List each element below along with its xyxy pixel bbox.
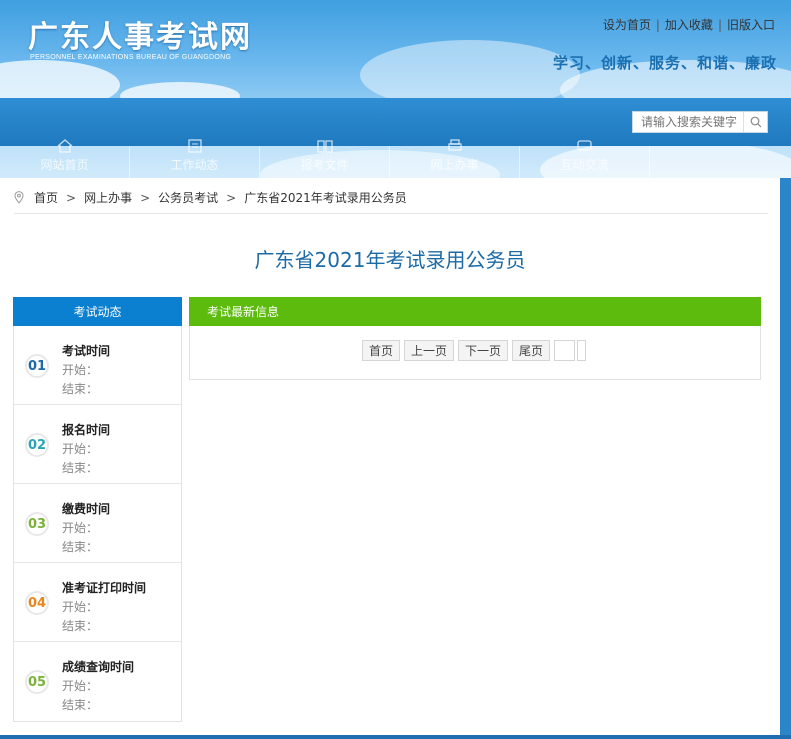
step-end: 结束： <box>62 461 99 475</box>
step-start: 开始： <box>62 363 99 377</box>
step-number-badge: 03 <box>25 512 49 536</box>
page-go-button[interactable] <box>577 340 587 361</box>
exam-schedule-sidebar: 考试动态 01 考试时间 开始： 结束： 02 报名时间 开始： 结束： 03 … <box>13 297 182 722</box>
nav-item-home[interactable]: 网站首页 <box>0 139 130 178</box>
breadcrumb: 首页 > 网上办事 > 公务员考试 > 广东省2021年考试录用公务员 <box>14 190 768 214</box>
schedule-item-score-query: 05 成绩查询时间 开始： 结束： <box>14 642 181 721</box>
main-nav: 网站首页 工作动态 报考文件 网上办事 互动交流 <box>0 139 791 178</box>
search-icon <box>750 116 761 128</box>
breadcrumb-online-service[interactable]: 网上办事 <box>84 189 132 206</box>
prev-page-button[interactable]: 上一页 <box>404 340 455 361</box>
search-box <box>632 111 768 133</box>
step-number-badge: 02 <box>25 433 49 457</box>
nav-item-files[interactable]: 报考文件 <box>260 140 390 178</box>
schedule-item-admission-ticket: 04 准考证打印时间 开始： 结束： <box>14 563 181 642</box>
print-icon <box>447 139 462 151</box>
search-input[interactable] <box>633 112 743 132</box>
step-title: 成绩查询时间 <box>62 660 135 674</box>
latest-info-panel: 考试最新信息 首页 上一页 下一页 尾页 <box>189 297 761 380</box>
location-pin-icon <box>14 191 24 204</box>
old-version-link[interactable]: 旧版入口 <box>727 18 775 32</box>
step-end: 结束： <box>62 540 99 554</box>
step-end: 结束： <box>62 382 99 396</box>
nav-label: 报考文件 <box>300 158 349 172</box>
footer-strip <box>0 735 791 739</box>
step-title: 报名时间 <box>62 423 111 437</box>
set-homepage-link[interactable]: 设为首页 <box>603 18 651 32</box>
page-title: 广东省2021年考试录用公务员 <box>254 248 526 272</box>
step-title: 考试时间 <box>62 344 111 358</box>
first-page-button[interactable]: 首页 <box>362 340 401 361</box>
step-start: 开始： <box>62 521 99 535</box>
schedule-item-exam: 01 考试时间 开始： 结束： <box>14 326 181 405</box>
panel-title: 考试最新信息 <box>189 297 761 326</box>
site-slogan: 学习、创新、服务、和谐、廉政 <box>552 54 777 72</box>
breadcrumb-home[interactable]: 首页 <box>34 189 58 206</box>
link-divider: | <box>655 18 660 32</box>
step-number-badge: 05 <box>25 670 49 694</box>
schedule-item-payment: 03 缴费时间 开始： 结束： <box>14 484 181 563</box>
step-number-badge: 01 <box>25 354 49 378</box>
breadcrumb-separator: > <box>66 190 77 205</box>
step-title: 准考证打印时间 <box>62 581 147 595</box>
breadcrumb-current[interactable]: 广东省2021年考试录用公务员 <box>244 189 407 206</box>
nav-item-online-service[interactable]: 网上办事 <box>390 139 520 178</box>
home-icon <box>57 139 72 153</box>
last-page-button[interactable]: 尾页 <box>512 340 551 361</box>
step-end: 结束： <box>62 698 99 712</box>
step-start: 开始： <box>62 442 99 456</box>
step-end: 结束： <box>62 619 99 633</box>
step-title: 缴费时间 <box>62 502 111 516</box>
add-favorite-link[interactable]: 加入收藏 <box>665 18 713 32</box>
content-area: 首页 > 网上办事 > 公务员考试 > 广东省2021年考试录用公务员 广东省2… <box>0 178 780 739</box>
nav-label: 工作动态 <box>170 158 219 172</box>
step-start: 开始： <box>62 600 99 614</box>
breadcrumb-separator: > <box>140 190 151 205</box>
step-start: 开始： <box>62 679 99 693</box>
pagination: 首页 上一页 下一页 尾页 <box>362 340 587 361</box>
book-icon <box>316 140 333 153</box>
schedule-item-registration: 02 报名时间 开始： 结束： <box>14 405 181 484</box>
nav-item-interaction[interactable]: 互动交流 <box>520 140 650 178</box>
next-page-button[interactable]: 下一页 <box>458 340 509 361</box>
site-logo-subtitle: PERSONNEL EXAMINATIONS BUREAU OF GUANGDO… <box>30 54 232 61</box>
nav-label: 互动交流 <box>560 158 609 172</box>
nav-label: 网站首页 <box>40 158 89 172</box>
step-number-badge: 04 <box>25 591 49 615</box>
site-logo-title[interactable]: 广东人事考试网 <box>28 12 252 56</box>
news-icon <box>187 139 202 153</box>
breadcrumb-civil-exam[interactable]: 公务员考试 <box>158 189 218 206</box>
link-divider: | <box>717 18 722 32</box>
nav-item-news[interactable]: 工作动态 <box>130 139 260 178</box>
search-button[interactable] <box>743 112 767 132</box>
nav-label: 网上办事 <box>430 158 479 172</box>
sidebar-title: 考试动态 <box>13 297 182 326</box>
chat-icon <box>576 140 592 151</box>
page-number-input[interactable] <box>554 340 576 361</box>
top-links: 设为首页 | 加入收藏 | 旧版入口 <box>603 16 775 33</box>
breadcrumb-separator: > <box>226 190 237 205</box>
